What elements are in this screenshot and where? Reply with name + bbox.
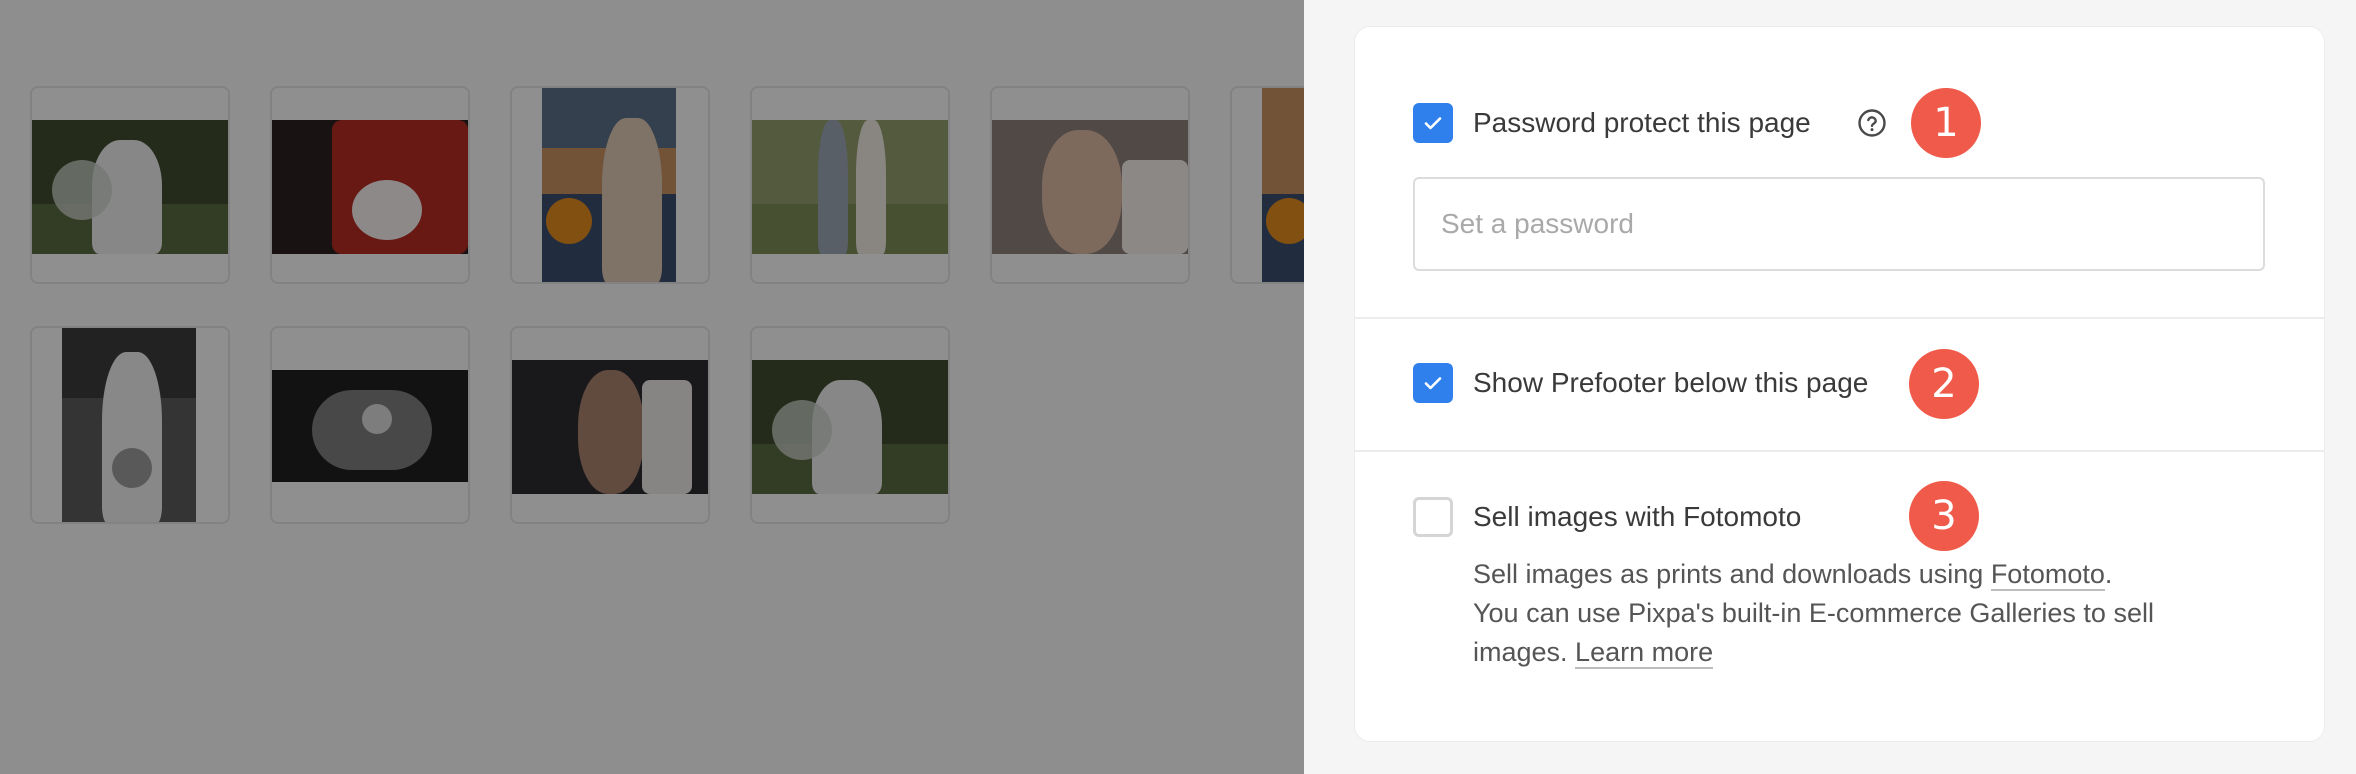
step-badge-3: 3 bbox=[1909, 481, 1979, 551]
fotomoto-description: Sell images as prints and downloads usin… bbox=[1473, 555, 2233, 672]
sell-images-fotomoto-label: Sell images with Fotomoto bbox=[1473, 501, 1802, 532]
desc-text: . bbox=[2104, 559, 2113, 589]
step-badge-2: 2 bbox=[1909, 349, 1979, 419]
checkmark-icon bbox=[1424, 377, 1442, 390]
password-protect-checkbox[interactable] bbox=[1413, 103, 1453, 143]
desc-text: Sell images as prints and downloads usin… bbox=[1473, 559, 1991, 589]
page-settings-card: Password protect this page 1 Show Prefoo… bbox=[1354, 26, 2325, 742]
fotomoto-link[interactable]: Fotomoto bbox=[1990, 559, 2105, 591]
show-prefooter-label: Show Prefooter below this page bbox=[1473, 367, 1869, 398]
step-badge-1: 1 bbox=[1911, 88, 1981, 158]
section-divider bbox=[1355, 317, 2324, 319]
sell-images-fotomoto-checkbox[interactable] bbox=[1413, 497, 1453, 537]
password-protect-label: Password protect this page bbox=[1473, 107, 1811, 138]
section-divider bbox=[1355, 450, 2324, 452]
question-circle-icon[interactable] bbox=[1857, 108, 1887, 138]
modal-backdrop[interactable] bbox=[0, 0, 1304, 774]
learn-more-link[interactable]: Learn more bbox=[1575, 637, 1714, 669]
password-input[interactable] bbox=[1413, 177, 2265, 271]
checkmark-icon bbox=[1424, 117, 1442, 130]
show-prefooter-checkbox[interactable] bbox=[1413, 363, 1453, 403]
